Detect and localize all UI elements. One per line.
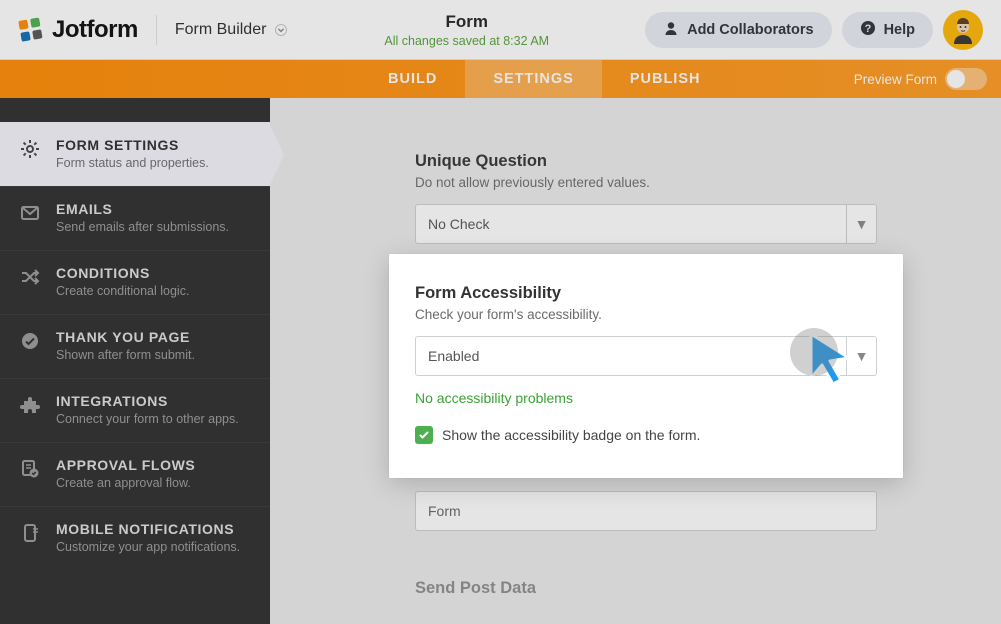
- unique-question-select[interactable]: No Check ▼: [415, 204, 877, 244]
- sidebar-item-integrations[interactable]: INTEGRATIONS Connect your form to other …: [0, 378, 270, 442]
- section-accessibility: Form Accessibility Check your form's acc…: [389, 254, 903, 478]
- sidebar-item-thankyou[interactable]: THANK YOU PAGE Shown after form submit.: [0, 314, 270, 378]
- sidebar-item-label: INTEGRATIONS: [56, 393, 239, 409]
- preview-toggle[interactable]: [945, 68, 987, 90]
- sidebar-item-label: FORM SETTINGS: [56, 137, 209, 153]
- sidebar-item-desc: Shown after form submit.: [56, 348, 195, 362]
- add-collaborators-label: Add Collaborators: [687, 22, 813, 38]
- topbar: Jotform Form Builder Form All changes sa…: [0, 0, 1001, 60]
- user-icon: [663, 20, 679, 40]
- sidebar-item-desc: Customize your app notifications.: [56, 540, 240, 554]
- page-title-input[interactable]: Form: [415, 491, 877, 531]
- logo-icon: [18, 17, 44, 43]
- gear-icon: [18, 137, 42, 159]
- section-title: Unique Question: [415, 152, 877, 171]
- sidebar-item-desc: Create conditional logic.: [56, 284, 189, 298]
- top-buttons: Add Collaborators ? Help: [645, 10, 983, 50]
- help-icon: ?: [860, 20, 876, 40]
- accessibility-status: No accessibility problems: [415, 390, 877, 406]
- accessibility-badge-row: Show the accessibility badge on the form…: [415, 426, 877, 444]
- add-collaborators-button[interactable]: Add Collaborators: [645, 12, 831, 48]
- help-label: Help: [884, 22, 915, 38]
- sidebar: FORM SETTINGS Form status and properties…: [0, 98, 270, 624]
- sidebar-item-label: CONDITIONS: [56, 265, 189, 281]
- logo[interactable]: Jotform: [18, 16, 138, 44]
- section-send-post: Send Post Data: [389, 557, 903, 624]
- sidebar-item-label: THANK YOU PAGE: [56, 329, 195, 345]
- accessibility-select[interactable]: Enabled ▼: [415, 336, 877, 376]
- section-title: Send Post Data: [415, 579, 877, 598]
- check-circle-icon: [18, 329, 42, 351]
- mail-icon: [18, 201, 42, 223]
- sidebar-item-mobile-notifications[interactable]: MOBILE NOTIFICATIONS Customize your app …: [0, 506, 270, 570]
- select-value: Enabled: [428, 348, 479, 364]
- accessibility-badge-checkbox[interactable]: [415, 426, 433, 444]
- save-status: All changes saved at 8:32 AM: [384, 34, 549, 48]
- app-label-text: Form Builder: [175, 21, 267, 39]
- tabbar: BUILD SETTINGS PUBLISH Preview Form: [0, 60, 1001, 98]
- tab-settings[interactable]: SETTINGS: [465, 60, 602, 98]
- chevron-down-icon: [274, 23, 288, 37]
- shuffle-icon: [18, 265, 42, 287]
- logo-text: Jotform: [52, 16, 138, 44]
- sidebar-item-desc: Form status and properties.: [56, 156, 209, 170]
- sidebar-item-label: APPROVAL FLOWS: [56, 457, 195, 473]
- divider: [156, 15, 157, 45]
- sidebar-item-conditions[interactable]: CONDITIONS Create conditional logic.: [0, 250, 270, 314]
- mobile-icon: [18, 521, 42, 543]
- sidebar-item-emails[interactable]: EMAILS Send emails after submissions.: [0, 186, 270, 250]
- app-label[interactable]: Form Builder: [175, 21, 289, 39]
- section-title: Form Accessibility: [415, 284, 877, 303]
- sidebar-item-form-settings[interactable]: FORM SETTINGS Form status and properties…: [0, 122, 270, 186]
- help-button[interactable]: ? Help: [842, 12, 933, 48]
- sidebar-item-desc: Connect your form to other apps.: [56, 412, 239, 426]
- section-desc: Check your form's accessibility.: [415, 307, 877, 322]
- svg-text:?: ?: [864, 23, 871, 35]
- section-unique-question: Unique Question Do not allow previously …: [389, 98, 903, 270]
- chevron-down-icon: ▼: [846, 205, 876, 243]
- preview-label: Preview Form: [854, 72, 937, 87]
- sidebar-item-label: MOBILE NOTIFICATIONS: [56, 521, 240, 537]
- title-block: Form All changes saved at 8:32 AM: [306, 12, 627, 48]
- section-desc: Do not allow previously entered values.: [415, 175, 877, 190]
- avatar[interactable]: [943, 10, 983, 50]
- puzzle-icon: [18, 393, 42, 415]
- sidebar-item-approval-flows[interactable]: APPROVAL FLOWS Create an approval flow.: [0, 442, 270, 506]
- sidebar-item-desc: Send emails after submissions.: [56, 220, 229, 234]
- form-title: Form: [446, 12, 489, 32]
- chevron-down-icon: ▼: [846, 337, 876, 375]
- input-value: Form: [428, 503, 461, 519]
- sidebar-item-desc: Create an approval flow.: [56, 476, 195, 490]
- tab-publish[interactable]: PUBLISH: [602, 60, 729, 98]
- accessibility-badge-label: Show the accessibility badge on the form…: [442, 427, 700, 443]
- select-value: No Check: [428, 216, 489, 232]
- preview-toggle-wrap: Preview Form: [854, 60, 987, 98]
- approval-icon: [18, 457, 42, 479]
- sidebar-item-label: EMAILS: [56, 201, 229, 217]
- tab-build[interactable]: BUILD: [360, 60, 465, 98]
